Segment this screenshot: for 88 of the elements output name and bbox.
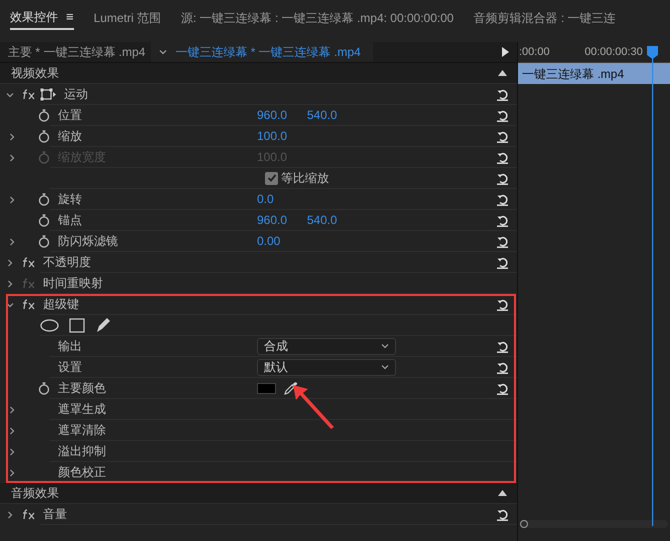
eyedropper-icon[interactable]: [284, 381, 298, 395]
chevron-down-icon[interactable]: [6, 300, 14, 308]
dropdown[interactable]: 默认: [257, 358, 396, 376]
scroll-bar[interactable]: [520, 520, 668, 528]
effect-name[interactable]: 运动: [61, 85, 88, 103]
stopwatch-icon[interactable]: [38, 214, 50, 227]
property-value[interactable]: 540.0: [307, 106, 357, 124]
rectangle-mask-icon[interactable]: [69, 318, 85, 332]
property-label: 遮罩清除: [57, 422, 107, 439]
reset-icon[interactable]: [496, 382, 509, 394]
chevron-down-icon[interactable]: [6, 90, 14, 98]
reset-icon[interactable]: [496, 234, 509, 248]
property-value[interactable]: 960.0: [257, 211, 307, 229]
collapse-icon[interactable]: [498, 490, 507, 496]
effect-name[interactable]: 超级键: [40, 295, 79, 313]
reset-icon[interactable]: [496, 172, 509, 184]
property-label: 输出: [57, 338, 83, 355]
chevron-right-icon[interactable]: [6, 280, 14, 288]
checkbox[interactable]: [265, 172, 278, 184]
pen-icon[interactable]: [95, 317, 111, 333]
chevron-right-icon[interactable]: [8, 448, 16, 456]
property-label: 颜色校正: [57, 464, 107, 481]
transform-icon[interactable]: [40, 88, 57, 100]
fx-toggle[interactable]: [22, 299, 37, 310]
property-label: 锚点: [57, 212, 83, 229]
chevron-right-icon[interactable]: [8, 132, 16, 140]
chevron-right-icon[interactable]: [6, 510, 14, 518]
reset-icon[interactable]: [496, 360, 509, 374]
panel-tab[interactable]: Lumetri 范围: [94, 6, 161, 30]
panel-tab[interactable]: 源: 一键三连绿幕 : 一键三连绿幕 .mp4: 00:00:00:00: [180, 6, 454, 30]
reset-icon[interactable]: [496, 192, 509, 206]
play-icon[interactable]: [502, 47, 509, 57]
property-value[interactable]: 0.00: [257, 232, 307, 250]
effect-name[interactable]: 时间重映射: [40, 274, 103, 292]
reset-icon[interactable]: [496, 508, 509, 520]
checkbox-label: 等比缩放: [281, 170, 329, 187]
ruler-timecode: :00:00: [518, 44, 550, 60]
fx-toggle[interactable]: [22, 257, 37, 268]
chevron-right-icon[interactable]: [8, 406, 16, 414]
ellipse-mask-icon[interactable]: [40, 318, 59, 332]
reset-icon[interactable]: [496, 256, 509, 268]
chevron-down-icon: [159, 49, 168, 55]
property-label: 防闪烁滤镜: [57, 233, 119, 250]
effect-name[interactable]: 音量: [40, 505, 67, 523]
chevron-right-icon[interactable]: [8, 238, 16, 246]
reset-icon[interactable]: [496, 130, 509, 142]
color-swatch[interactable]: [257, 382, 276, 394]
ruler-timecode: 00:00:00:30: [584, 44, 643, 60]
chevron-right-icon[interactable]: [8, 468, 16, 476]
chevron-right-icon[interactable]: [8, 196, 16, 204]
property-value[interactable]: 960.0: [257, 106, 307, 124]
panel-tab[interactable]: 音频剪辑混合器 : 一键三连: [474, 6, 616, 30]
chevron-right-icon[interactable]: [8, 426, 16, 434]
playhead[interactable]: [647, 46, 658, 526]
stopwatch-icon[interactable]: [38, 193, 50, 206]
stopwatch-icon[interactable]: [38, 109, 50, 122]
property-label: 主要颜色: [57, 380, 107, 397]
property-label: 位置: [57, 107, 83, 124]
stopwatch-icon[interactable]: [38, 235, 50, 248]
reset-icon[interactable]: [496, 214, 509, 226]
fx-toggle[interactable]: [22, 278, 37, 289]
property-value[interactable]: 100.0: [257, 127, 307, 145]
reset-icon[interactable]: [496, 298, 509, 310]
panel-tab[interactable]: 效果控件 ≡: [10, 6, 74, 30]
stopwatch-icon[interactable]: [38, 130, 50, 143]
property-label: 溢出抑制: [57, 443, 107, 460]
chevron-down-icon: [381, 364, 389, 370]
property-label: 缩放: [57, 128, 83, 145]
property-label: 遮罩生成: [57, 401, 107, 418]
fx-toggle[interactable]: [22, 89, 37, 100]
effect-name[interactable]: 不透明度: [40, 253, 91, 271]
property-value[interactable]: 540.0: [307, 211, 357, 229]
sequence-clip-tab[interactable]: 一键三连绿幕 * 一键三连绿幕 .mp4: [151, 42, 374, 62]
reset-icon[interactable]: [496, 88, 509, 100]
section-title: 音频效果: [10, 485, 59, 502]
property-label: 旋转: [57, 191, 83, 208]
reset-icon[interactable]: [496, 340, 509, 352]
fx-toggle[interactable]: [22, 509, 37, 520]
chevron-down-icon: [381, 343, 389, 349]
reset-icon[interactable]: [496, 108, 509, 122]
stopwatch-icon[interactable]: [38, 382, 50, 395]
master-clip-tab[interactable]: 主要 * 一键三连绿幕 .mp4: [0, 43, 152, 61]
dropdown[interactable]: 合成: [257, 338, 396, 354]
chevron-right-icon[interactable]: [6, 258, 14, 266]
property-label: 设置: [57, 359, 83, 376]
property-value[interactable]: 0.0: [257, 190, 307, 208]
collapse-icon[interactable]: [498, 70, 507, 76]
section-title: 视频效果: [10, 65, 59, 82]
